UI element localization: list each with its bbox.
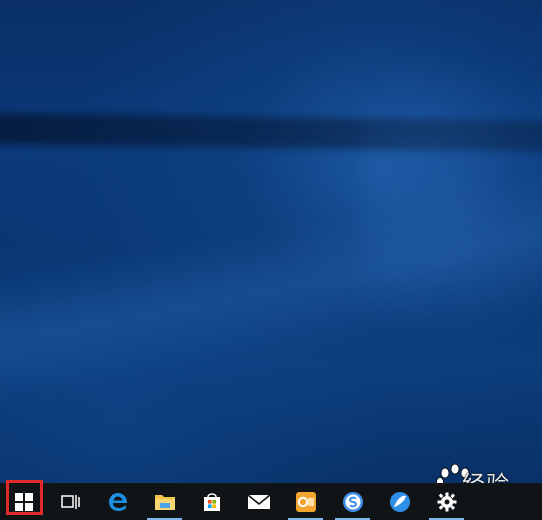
outlook-icon: [295, 491, 316, 512]
mail-icon: [246, 493, 271, 509]
sogou-browser-button[interactable]: [329, 483, 376, 520]
taskbar: [0, 483, 542, 520]
start-button[interactable]: [0, 483, 47, 520]
settings-button[interactable]: [423, 483, 470, 520]
gear-icon: [437, 492, 456, 511]
outlook-button[interactable]: [282, 483, 329, 520]
desktop: 经验 jingyan.baidu.com: [0, 0, 542, 520]
folder-icon: [154, 494, 175, 510]
windows-logo-icon: [14, 492, 33, 511]
task-view-icon: [60, 494, 80, 509]
store-bag-icon: [203, 492, 220, 511]
wallpaper-glow: [360, 0, 542, 360]
edge-icon: [108, 492, 127, 511]
edge-button[interactable]: [94, 483, 141, 520]
feather-icon: [389, 491, 410, 512]
task-view-button[interactable]: [47, 483, 94, 520]
mail-button[interactable]: [235, 483, 282, 520]
sogou-s-icon: [342, 491, 363, 512]
store-button[interactable]: [188, 483, 235, 520]
file-explorer-button[interactable]: [141, 483, 188, 520]
feather-app-button[interactable]: [376, 483, 423, 520]
